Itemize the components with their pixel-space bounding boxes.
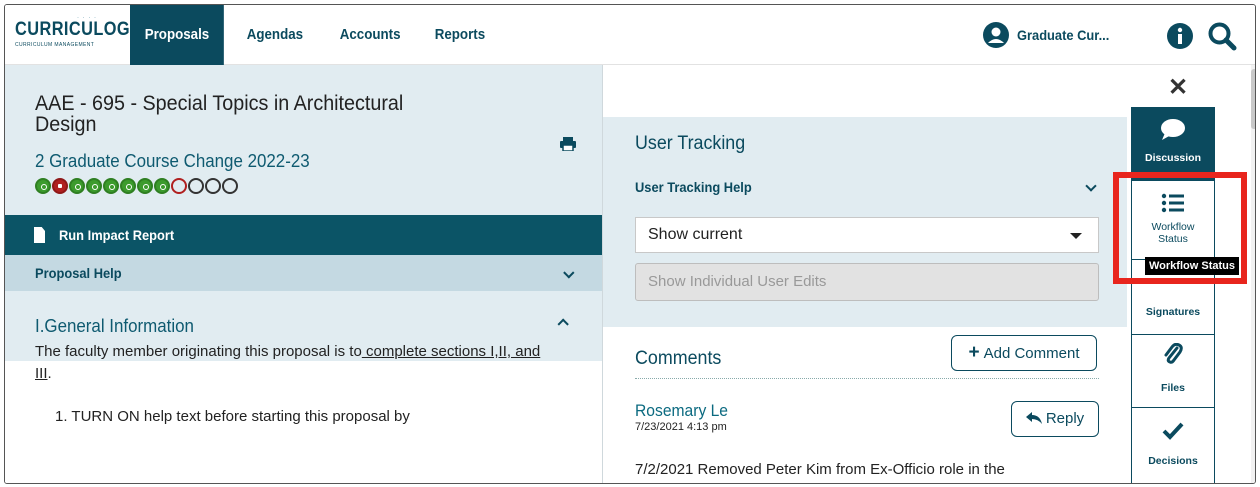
nav-reports[interactable]: Reports [420, 5, 500, 65]
nav-accounts[interactable]: Accounts [325, 5, 415, 65]
tab-files[interactable]: Files [1131, 335, 1215, 407]
run-impact-report-button[interactable]: Run Impact Report [5, 215, 602, 255]
comment-date: 7/23/2021 4:13 pm [635, 421, 727, 433]
caret-down-icon [1070, 233, 1082, 239]
curriculog-logo[interactable]: · · · · CURRICULOG CURRICULUM MANAGEMENT [15, 15, 131, 53]
step-approved-icon [69, 178, 85, 194]
tracking-select-value: Show current [648, 226, 743, 243]
reply-button[interactable]: Reply [1011, 401, 1099, 437]
workflow-progress [35, 178, 238, 194]
reply-icon [1025, 412, 1042, 424]
print-icon[interactable] [560, 137, 576, 151]
proposal-panel: AAE - 695 - Special Topics in Architectu… [5, 65, 602, 483]
checkmark-icon [1162, 422, 1184, 440]
chevron-down-icon [563, 267, 575, 279]
step-approved-icon [120, 178, 136, 194]
logo-text: CURRICULOG [15, 19, 131, 40]
search-icon[interactable] [1207, 21, 1237, 51]
step-approved-icon [154, 178, 170, 194]
proposal-subtitle: 2 Graduate Course Change 2022-23 [35, 151, 310, 171]
comments-divider [635, 378, 1099, 379]
scrollbar-thumb[interactable] [1251, 69, 1255, 129]
paperclip-icon [1164, 342, 1183, 364]
document-icon [34, 227, 46, 243]
step-approved-icon [35, 178, 51, 194]
comment-author: Rosemary Le [635, 401, 729, 420]
discussion-label: Discussion [1144, 152, 1202, 164]
top-navigation: · · · · CURRICULOG CURRICULUM MANAGEMENT… [5, 5, 1255, 65]
step-rejected-icon [52, 178, 68, 194]
user-avatar-icon [983, 22, 1009, 48]
comments-title: Comments [635, 348, 722, 369]
instructions-text: The faculty member originating this prop… [35, 343, 541, 382]
tab-discussion[interactable]: Discussion [1131, 107, 1215, 181]
signatures-label: Signatures [1145, 306, 1201, 318]
info-icon[interactable] [1166, 22, 1194, 50]
user-tracking-title: User Tracking [635, 133, 746, 154]
step-empty-icon [188, 178, 204, 194]
chevron-up-icon [557, 318, 569, 330]
decisions-label: Decisions [1148, 455, 1198, 467]
proposal-header: AAE - 695 - Special Topics in Architectu… [5, 65, 602, 215]
nav-agendas[interactable]: Agendas [232, 5, 318, 65]
step-approved-icon [137, 178, 153, 194]
comment-text: 7/2/2021 Removed Peter Kim from Ex-Offic… [635, 461, 1005, 478]
instruction-list-item: 1. TURN ON help text before starting thi… [55, 408, 410, 425]
close-icon[interactable]: ✕ [1168, 73, 1188, 102]
logo-subtext: CURRICULUM MANAGEMENT [15, 42, 95, 48]
tracking-select[interactable]: Show current [635, 217, 1099, 253]
step-approved-icon [103, 178, 119, 194]
proposal-title: AAE - 695 - Special Topics in Architectu… [35, 92, 404, 136]
nav-proposals[interactable]: Proposals [130, 5, 224, 65]
user-name: Graduate Cur... [1017, 27, 1110, 43]
chat-bubble-icon [1161, 119, 1185, 140]
impact-report-label: Run Impact Report [59, 227, 175, 243]
add-comment-label: Add Comment [983, 345, 1080, 362]
add-comment-button[interactable]: + Add Comment [951, 335, 1097, 371]
proposal-help-label: Proposal Help [35, 265, 122, 281]
tracking-comments-panel: User Tracking User Tracking Help Show cu… [603, 65, 1127, 483]
user-menu[interactable]: Graduate Cur... [983, 22, 1117, 48]
show-individual-edits-button[interactable]: Show Individual User Edits [635, 263, 1099, 301]
highlight-box [1113, 172, 1247, 284]
app-window: · · · · CURRICULOG CURRICULUM MANAGEMENT… [4, 4, 1256, 484]
tab-decisions[interactable]: Decisions [1131, 408, 1215, 483]
proposal-help-toggle[interactable]: Proposal Help [5, 255, 602, 291]
files-label: Files [1161, 382, 1185, 394]
reply-label: Reply [1045, 410, 1085, 427]
step-empty-icon [222, 178, 238, 194]
page-scrollbar[interactable] [1251, 65, 1255, 483]
user-tracking-help-toggle[interactable]: User Tracking Help [635, 179, 752, 195]
step-approved-icon [86, 178, 102, 194]
step-empty-icon [205, 178, 221, 194]
step-returned-icon [171, 178, 187, 194]
plus-icon: + [968, 342, 980, 363]
